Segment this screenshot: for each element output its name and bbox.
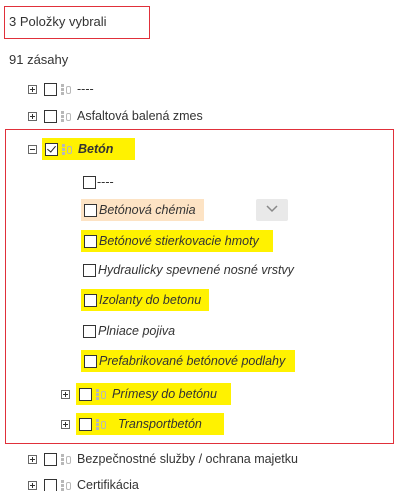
tree-item-label[interactable]: Hydraulicky spevnené nosné vrstvy xyxy=(98,263,294,277)
dropdown-button[interactable] xyxy=(256,199,288,221)
tree-item-label[interactable]: Plniace pojiva xyxy=(98,324,175,338)
tree-row-hovered[interactable]: Betónová chémia xyxy=(81,199,204,221)
checkbox[interactable] xyxy=(84,293,97,307)
chevron-down-icon xyxy=(266,205,278,213)
tree-item-label[interactable]: Prímesy do betónu xyxy=(112,387,217,401)
tree-row-beton[interactable]: Betón xyxy=(28,138,136,160)
tree-item-label[interactable]: Certifikácia xyxy=(77,478,139,491)
selected-count-text: 3 Položky vybrali xyxy=(9,14,107,29)
expand-icon[interactable] xyxy=(28,84,37,94)
tree-row[interactable]: Certifikácia xyxy=(28,474,139,491)
tree-item-label[interactable]: ---- xyxy=(77,82,94,96)
tree-row[interactable]: Prefabrikované betónové podlahy xyxy=(81,350,296,372)
tree-item-label[interactable]: Prefabrikované betónové podlahy xyxy=(99,354,285,368)
tree-item-label[interactable]: Betónové stierkovacie hmoty xyxy=(99,234,259,248)
checkbox[interactable] xyxy=(44,452,57,466)
checkbox[interactable] xyxy=(83,175,96,189)
expand-icon[interactable] xyxy=(28,454,37,464)
tree-item-label[interactable]: Betónová chémia xyxy=(99,203,196,217)
tree-item-label[interactable]: Asfaltová balená zmes xyxy=(77,109,203,123)
tree-row[interactable]: Bezpečnostné služby / ochrana majetku xyxy=(28,448,298,470)
highlight: Betón xyxy=(42,138,136,160)
checkbox[interactable] xyxy=(84,354,97,368)
collapse-icon[interactable] xyxy=(28,144,37,154)
checkbox[interactable] xyxy=(79,387,92,401)
checkbox[interactable] xyxy=(44,478,57,491)
tree-row[interactable]: Prímesy do betónu xyxy=(61,383,231,405)
tree-item-label[interactable]: Transportbetón xyxy=(118,417,202,431)
highlight: Prímesy do betónu xyxy=(76,383,231,405)
checkbox[interactable] xyxy=(84,203,97,217)
tree-row[interactable]: Plniace pojiva xyxy=(83,320,175,342)
checkbox[interactable] xyxy=(83,324,96,338)
tree-row[interactable]: Transportbetón xyxy=(61,413,224,435)
tree-row[interactable]: ---- xyxy=(83,171,114,193)
tree-item-label[interactable]: Bezpečnostné služby / ochrana majetku xyxy=(77,452,298,466)
tree-item-label[interactable]: Izolanty do betonu xyxy=(99,293,201,307)
checkbox[interactable] xyxy=(84,234,97,248)
category-icon xyxy=(61,83,72,95)
checkbox[interactable] xyxy=(44,82,57,96)
tree-row[interactable]: Betónové stierkovacie hmoty xyxy=(81,230,273,252)
category-icon xyxy=(96,418,107,430)
category-icon xyxy=(96,388,107,400)
checkbox[interactable] xyxy=(44,109,57,123)
checkbox[interactable] xyxy=(83,263,96,277)
tree-item-label[interactable]: ---- xyxy=(97,175,114,189)
tree-item-label[interactable]: Betón xyxy=(78,142,113,156)
expand-icon[interactable] xyxy=(28,480,37,490)
checkbox[interactable] xyxy=(79,417,92,431)
hits-count-text: 91 zásahy xyxy=(9,52,69,67)
expand-icon[interactable] xyxy=(61,419,70,429)
expand-icon[interactable] xyxy=(28,111,37,121)
category-tree-panel: 3 Položky vybrali 91 zásahy ---- Asfalto… xyxy=(0,0,397,491)
highlight: Transportbetón xyxy=(76,413,224,435)
category-icon xyxy=(61,110,72,122)
checkbox-checked[interactable] xyxy=(45,142,58,156)
tree-row[interactable]: Izolanty do betonu xyxy=(81,289,210,311)
category-icon xyxy=(62,143,73,155)
expand-icon[interactable] xyxy=(61,389,70,399)
tree-row[interactable]: Hydraulicky spevnené nosné vrstvy xyxy=(83,259,294,281)
category-icon xyxy=(61,453,72,465)
tree-row[interactable]: Asfaltová balená zmes xyxy=(28,105,203,127)
category-icon xyxy=(61,479,72,491)
tree-row[interactable]: ---- xyxy=(28,78,94,100)
